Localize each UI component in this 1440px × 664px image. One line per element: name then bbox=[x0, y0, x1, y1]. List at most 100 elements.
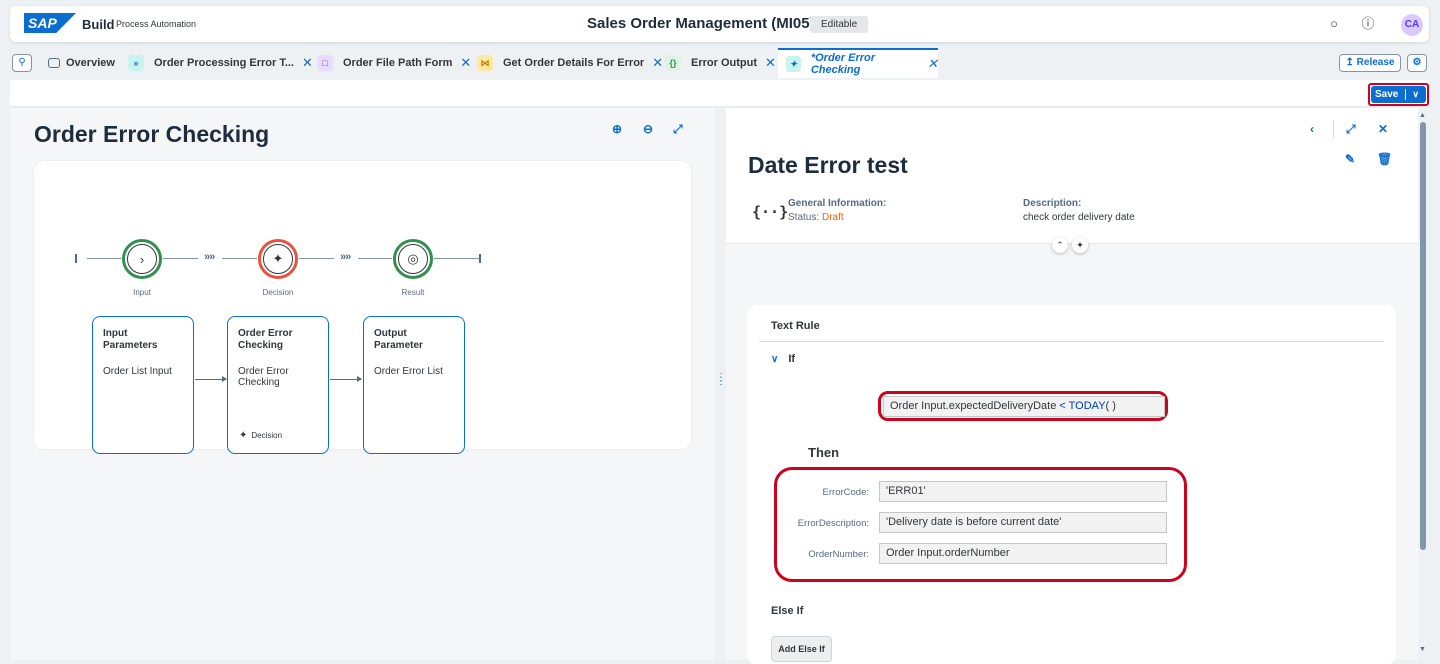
connector-line bbox=[358, 258, 392, 259]
status-label: Status: bbox=[788, 212, 820, 223]
delete-icon[interactable]: 🗑 bbox=[1377, 152, 1392, 166]
node-output-parameter[interactable]: Output Parameter Order Error List bbox=[363, 316, 465, 454]
resize-handle-icon[interactable]: ⋮ ⋮ bbox=[716, 373, 726, 387]
shell-bar: SAP Build Process Automation Sales Order… bbox=[10, 6, 1429, 42]
tab-error-output[interactable]: {} Error Output ✕ bbox=[665, 48, 776, 78]
tab-label: Overview bbox=[66, 57, 115, 69]
node-type: Decision bbox=[251, 431, 283, 440]
chevron-left-icon[interactable]: ‹ bbox=[1310, 122, 1314, 136]
close-icon[interactable]: ✕ bbox=[1378, 122, 1388, 136]
collapse-header-icon[interactable]: ⌃ bbox=[1052, 237, 1068, 253]
sap-logo[interactable]: SAP bbox=[24, 13, 76, 33]
close-icon[interactable]: ✕ bbox=[302, 55, 313, 71]
condition-field: Order Input.expectedDeliveryDate bbox=[890, 400, 1057, 412]
header-toggle-group: ⌃ ✦ bbox=[1052, 237, 1088, 253]
decision-icon: ✦ bbox=[263, 244, 293, 274]
node-order-error-checking[interactable]: Order Error Checking Order Error Checkin… bbox=[227, 316, 329, 454]
data-type-icon: {} bbox=[665, 55, 681, 71]
zoom-in-icon[interactable]: ⊕ bbox=[612, 122, 622, 136]
error-code-field[interactable]: 'ERR01' bbox=[879, 481, 1167, 502]
step-decision[interactable]: ✦ bbox=[258, 239, 298, 279]
close-icon[interactable]: ✕ bbox=[765, 55, 776, 71]
divider bbox=[759, 341, 1384, 342]
tab-get-order-details[interactable]: ⋈ Get Order Details For Error ✕ bbox=[477, 48, 663, 78]
release-button[interactable]: ↥ Release bbox=[1339, 54, 1401, 72]
gear-icon: ⚙ bbox=[1412, 57, 1422, 68]
close-icon[interactable]: ✕ bbox=[927, 56, 938, 72]
close-icon[interactable]: ✕ bbox=[652, 55, 663, 71]
pin-icon[interactable]: ✦ bbox=[1072, 237, 1088, 253]
condition-tail: ( ) bbox=[1105, 400, 1116, 412]
step-input[interactable]: › bbox=[122, 239, 162, 279]
node-body: Order List Input bbox=[103, 366, 172, 377]
step-result[interactable]: ◎ bbox=[393, 239, 433, 279]
editor-toolbar: Save ∨ bbox=[10, 80, 1429, 107]
tab-order-error-checking[interactable]: ✦ *Order Error Checking ✕ bbox=[778, 48, 938, 78]
tab-label: Error Output bbox=[691, 57, 757, 69]
folder-icon bbox=[48, 58, 60, 68]
node-title: Input Parameters bbox=[103, 328, 158, 351]
node-title: Order Error Checking bbox=[238, 328, 293, 351]
add-else-if-button[interactable]: Add Else If bbox=[771, 636, 832, 662]
tab-label: *Order Error Checking bbox=[810, 52, 876, 76]
scroll-up-icon[interactable]: ▲ bbox=[1419, 112, 1426, 119]
help-icon[interactable]: ⓘ bbox=[1360, 16, 1376, 32]
tab-label: Order File Path Form bbox=[343, 57, 453, 69]
node-title: Output Parameter bbox=[374, 328, 423, 351]
connector-line bbox=[222, 258, 257, 259]
joule-icon[interactable]: ○ bbox=[1326, 16, 1342, 32]
step-label: Result bbox=[401, 288, 425, 297]
edit-icon[interactable]: ✎ bbox=[1345, 152, 1355, 166]
scrollbar-thumb[interactable] bbox=[1420, 122, 1426, 550]
node-connector bbox=[330, 376, 362, 382]
connector-line bbox=[299, 258, 334, 259]
else-if-label: Else If bbox=[771, 605, 804, 617]
tab-overview[interactable]: Overview bbox=[48, 48, 115, 78]
chevron-right-icon: › bbox=[127, 244, 157, 274]
editor-tabbar: ⚲ Overview » Order Processing Error T...… bbox=[10, 48, 1429, 78]
tab-overview-search-button[interactable]: ⚲ bbox=[12, 54, 32, 72]
rule-detail-panel: ‹ ⤢ ✕ Date Error test ✎ 🗑 {··} General I… bbox=[726, 108, 1418, 664]
zoom-out-icon[interactable]: ⊖ bbox=[643, 122, 653, 136]
close-icon[interactable]: ✕ bbox=[460, 55, 471, 71]
save-label: Save bbox=[1375, 89, 1399, 100]
if-condition-expression[interactable]: Order Input.expectedDeliveryDate < TODAY… bbox=[883, 396, 1165, 417]
decision-icon: ✦ bbox=[239, 430, 248, 441]
release-label: Release bbox=[1356, 57, 1395, 68]
save-highlight: Save ∨ bbox=[1368, 83, 1429, 106]
flow-arrows-icon: »» bbox=[340, 251, 351, 263]
step-label: Input bbox=[133, 288, 151, 297]
general-info-label: General Information: bbox=[788, 198, 887, 209]
tab-label: Get Order Details For Error bbox=[503, 57, 645, 69]
chevron-down-icon[interactable]: ∨ bbox=[1412, 89, 1419, 100]
scroll-down-icon[interactable]: ▼ bbox=[1419, 646, 1426, 653]
flow-arrows-icon: »» bbox=[204, 251, 215, 263]
node-footer: ✦ Decision bbox=[239, 430, 282, 441]
status-badge: Editable bbox=[810, 16, 869, 33]
node-input-parameters[interactable]: Input Parameters Order List Input bbox=[92, 316, 194, 454]
expand-icon[interactable]: ⤢ bbox=[1346, 122, 1356, 137]
text-rule-title: Text Rule bbox=[771, 320, 820, 332]
settings-button[interactable]: ⚙ bbox=[1407, 54, 1427, 72]
rule-title: Date Error test bbox=[748, 152, 908, 178]
project-title: Sales Order Management (MI05) bbox=[587, 15, 815, 32]
upload-icon: ↥ bbox=[1345, 57, 1354, 68]
decision-icon: ✦ bbox=[786, 56, 801, 72]
avatar[interactable]: CA bbox=[1401, 14, 1423, 36]
page-title: Order Error Checking bbox=[34, 121, 270, 147]
panel-scrollbar[interactable]: ▲ ▼ bbox=[1418, 112, 1428, 656]
node-body: Order Error List bbox=[374, 366, 443, 377]
order-number-field[interactable]: Order Input.orderNumber bbox=[879, 543, 1167, 564]
description-label: Description: bbox=[1023, 198, 1082, 209]
end-marker bbox=[479, 254, 481, 263]
product-name: Build bbox=[82, 17, 115, 32]
error-description-field[interactable]: 'Delivery date is before current date' bbox=[879, 512, 1167, 533]
node-body: Order Error Checking bbox=[238, 366, 289, 388]
tab-order-file-path-form[interactable]: □ Order File Path Form ✕ bbox=[317, 48, 471, 78]
target-icon: ◎ bbox=[398, 244, 428, 274]
if-section-toggle[interactable]: ∨ If bbox=[771, 353, 795, 365]
tab-order-processing-error[interactable]: » Order Processing Error T... ✕ bbox=[128, 48, 313, 78]
node-connector bbox=[195, 376, 227, 382]
save-button[interactable]: Save ∨ bbox=[1371, 86, 1426, 103]
fit-to-screen-icon[interactable]: ⤢ bbox=[673, 122, 683, 137]
